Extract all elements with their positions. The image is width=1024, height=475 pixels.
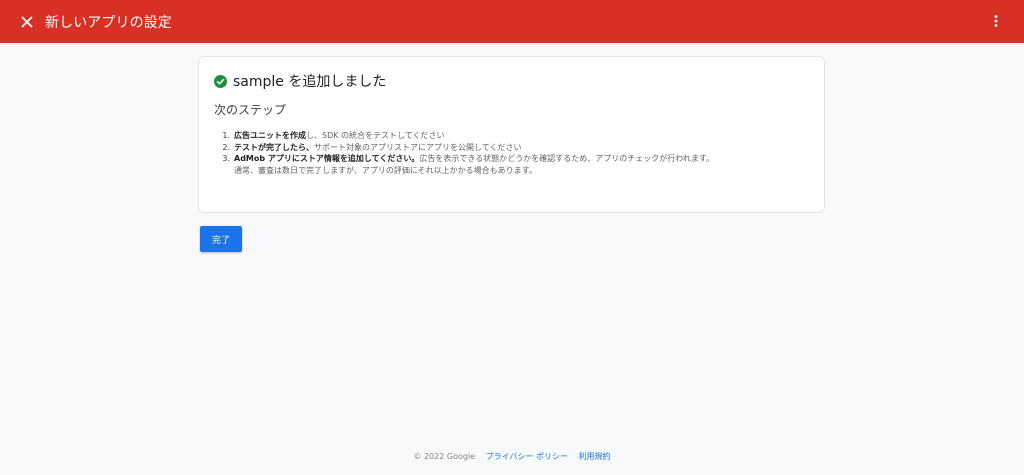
step-body: テストが完了したら、サポート対象のアプリストアにアプリを公開してください bbox=[234, 142, 522, 154]
terms-link[interactable]: 利用規約 bbox=[579, 452, 611, 461]
check-circle-icon bbox=[214, 74, 227, 88]
step-bold-text: AdMob アプリにストア情報を追加してください。 bbox=[234, 154, 420, 163]
step-item-1: 1. 広告ユニットを作成し、SDK の統合をテストしてください bbox=[214, 130, 814, 142]
top-app-bar: 新しいアプリの設定 bbox=[0, 0, 1024, 43]
confirmation-card: sample を追加しました 次のステップ 1. 広告ユニットを作成し、SDK … bbox=[198, 56, 825, 213]
card-heading: sample を追加しました bbox=[214, 71, 386, 91]
step-item-3: 3. AdMob アプリにストア情報を追加してください。広告を表示できる状態かど… bbox=[214, 153, 814, 176]
step-bold-text: 広告ユニットを作成 bbox=[234, 131, 306, 140]
step-number: 2. bbox=[222, 142, 230, 152]
step-text: 広告を表示できる状態かどうかを確認するため、アプリのチェックが行われます。 bbox=[419, 154, 715, 163]
step-number: 1. bbox=[222, 131, 230, 140]
copyright-text: © 2022 Google bbox=[413, 452, 476, 461]
success-message: sample を追加しました bbox=[233, 74, 387, 90]
step-bold-text: テストが完了したら、 bbox=[234, 142, 314, 152]
step-number: 3. bbox=[222, 154, 230, 163]
more-options-button[interactable] bbox=[986, 10, 1006, 32]
step-item-2: 2. テストが完了したら、サポート対象のアプリストアにアプリを公開してください bbox=[214, 142, 814, 154]
close-icon bbox=[21, 16, 33, 27]
next-steps-title: 次のステップ bbox=[214, 103, 287, 117]
step-text: サポート対象のアプリストアにアプリを公開してください bbox=[314, 142, 522, 152]
more-vert-icon bbox=[994, 15, 998, 27]
page-title: 新しいアプリの設定 bbox=[45, 14, 172, 31]
step-body: 広告ユニットを作成し、SDK の統合をテストしてください bbox=[234, 130, 445, 142]
page-footer: © 2022 Google プライバシー ポリシー 利用規約 bbox=[0, 451, 1024, 462]
privacy-policy-link[interactable]: プライバシー ポリシー bbox=[486, 452, 568, 461]
step-text: し、SDK の統合をテストしてください bbox=[306, 131, 445, 140]
step-text-continued: 通常、審査は数日で完了しますが、アプリの評価にそれ以上かかる場合もあります。 bbox=[234, 165, 537, 175]
close-button[interactable] bbox=[15, 10, 39, 34]
done-button[interactable]: 完了 bbox=[200, 226, 242, 252]
step-body: AdMob アプリにストア情報を追加してください。広告を表示できる状態かどうかを… bbox=[234, 153, 714, 176]
next-steps-list: 1. 広告ユニットを作成し、SDK の統合をテストしてください 2. テストが完… bbox=[214, 130, 814, 176]
